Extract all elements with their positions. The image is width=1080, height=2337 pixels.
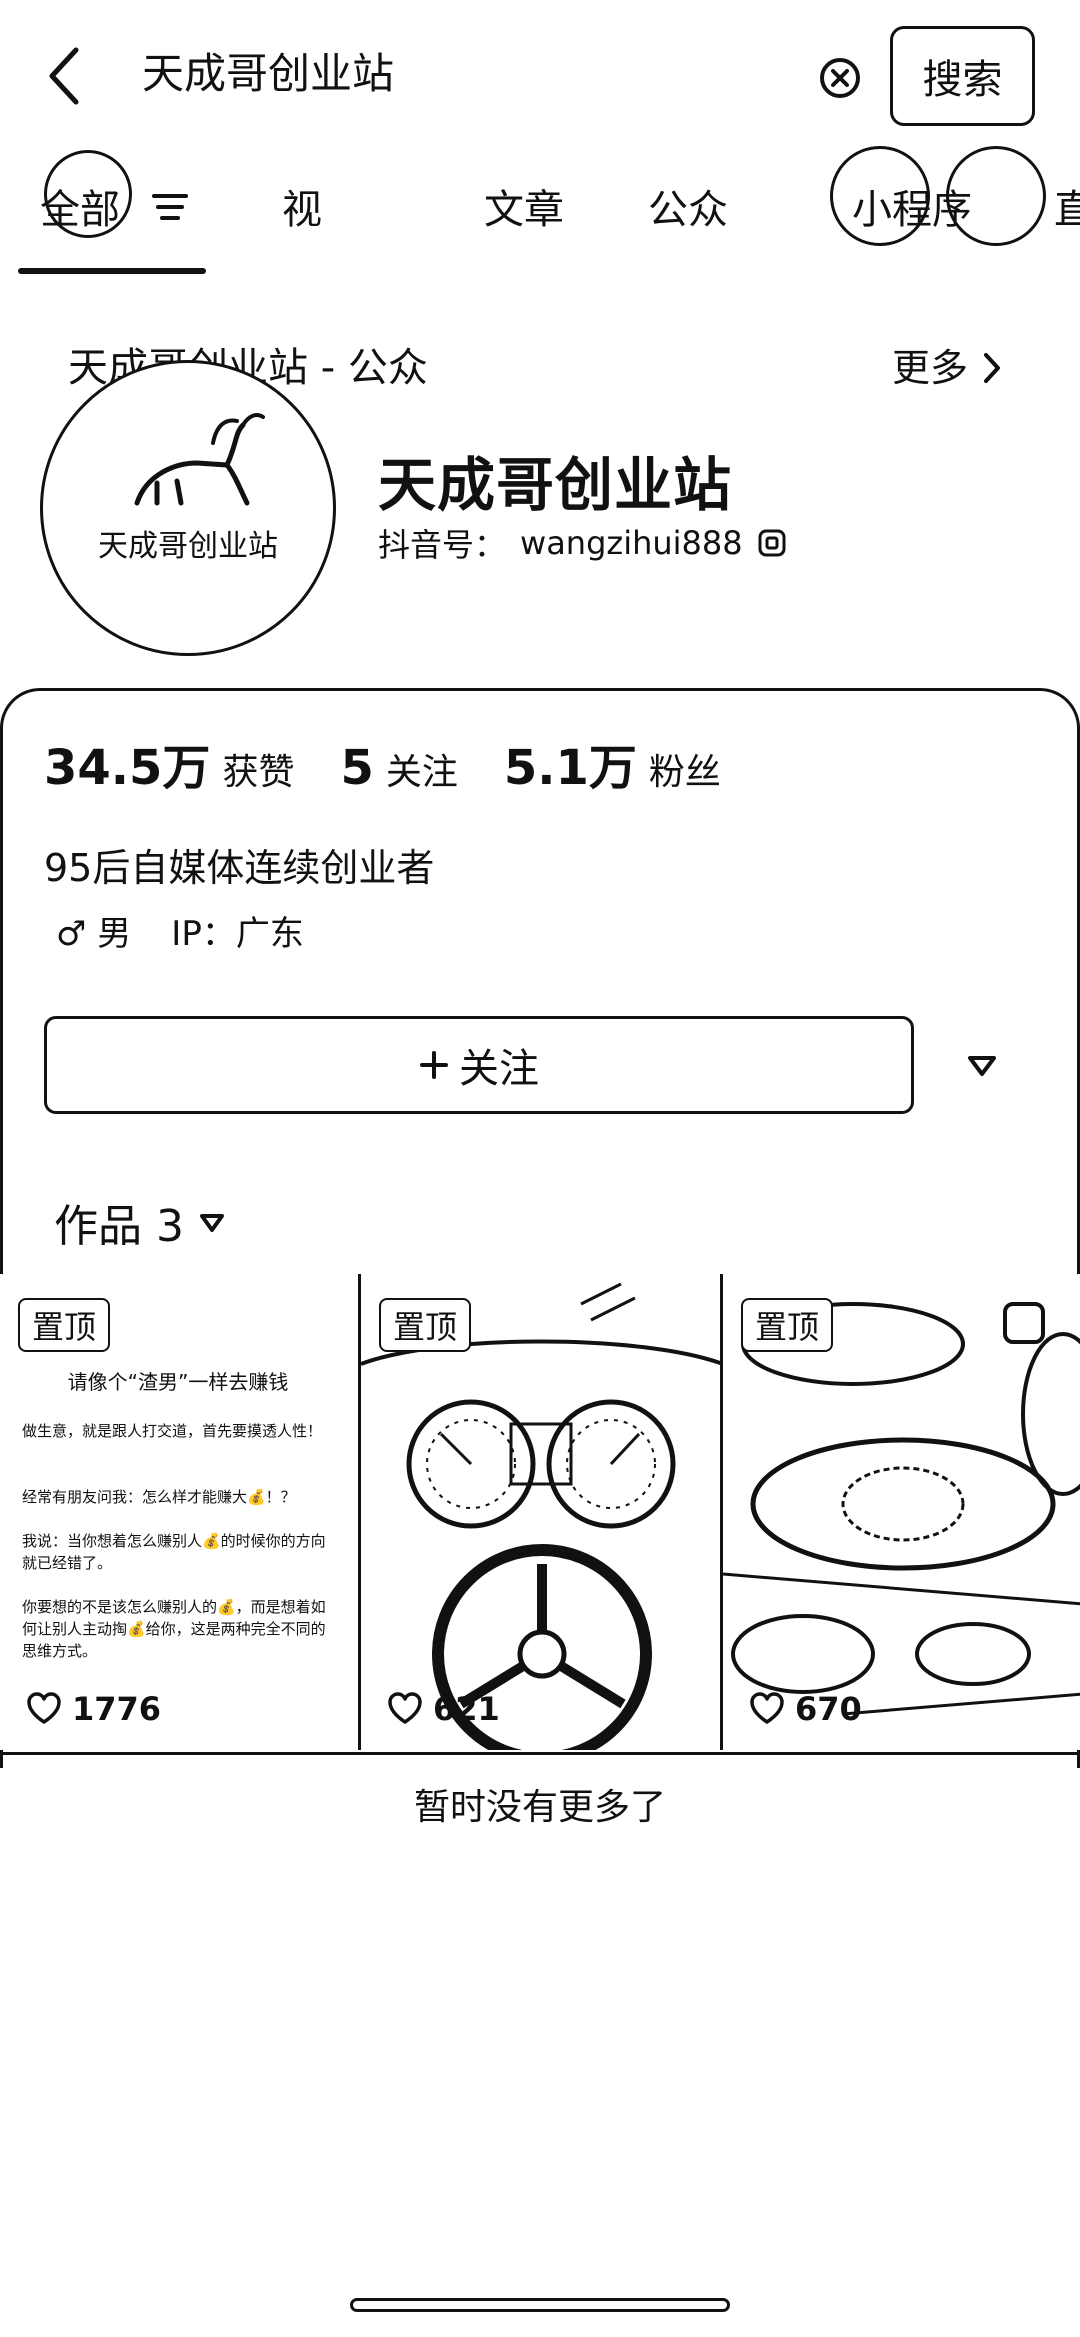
more-label: 更多: [892, 346, 969, 390]
handle-row: 抖音号： wangzihui888: [378, 520, 787, 566]
gender-tag: ♂ 男: [56, 914, 132, 954]
pinned-badge: 置顶: [379, 1298, 472, 1352]
followers-count[interactable]: 5.1万: [504, 728, 637, 798]
avatar[interactable]: 天成哥创业站: [40, 360, 336, 656]
work-likes: 670: [749, 1690, 862, 1728]
profile-name[interactable]: 天成哥创业站: [378, 438, 732, 522]
avatar-text: 天成哥创业站: [98, 529, 278, 564]
tab-official-account[interactable]: 公众: [648, 170, 728, 250]
copy-icon[interactable]: [757, 528, 787, 558]
search-bar: 天成哥创业站 搜索: [0, 0, 1080, 150]
profile-meta: ♂ 男 IP：广东: [56, 908, 304, 960]
pinned-badge: 置顶: [18, 1298, 111, 1352]
followers-label[interactable]: 粉丝: [649, 743, 721, 795]
tab-article[interactable]: 文章: [484, 170, 564, 250]
heart-icon: [27, 1692, 61, 1724]
active-tab-indicator: [18, 268, 206, 274]
search-query[interactable]: 天成哥创业站: [142, 44, 394, 104]
following-count[interactable]: 5: [340, 740, 373, 796]
plus-icon: [420, 1051, 448, 1079]
likes-value: 670: [795, 1690, 862, 1728]
work-tile[interactable]: 置顶 621: [358, 1274, 720, 1750]
work-paragraph: 你要想的不是该怎么赚别人的💰，而是想着如何让别人主动掏💰给你，这是两种完全不同的…: [22, 1598, 326, 1660]
bull-logo-icon: [134, 413, 265, 506]
end-of-list-note: 暂时没有更多了: [413, 1787, 666, 1828]
work-likes: 1776: [26, 1690, 161, 1728]
pinned-badge: 置顶: [741, 1298, 834, 1352]
likes-count: 34.5万: [44, 740, 211, 796]
likes-value: 1776: [72, 1690, 162, 1728]
home-indicator[interactable]: [350, 2298, 730, 2312]
dropdown-triangle-icon[interactable]: [964, 1050, 1000, 1080]
caret-down-icon: [199, 1214, 224, 1232]
back-arrow-icon[interactable]: [40, 40, 96, 112]
touch-indicator: [830, 146, 930, 246]
search-button-label: 搜索: [922, 57, 1003, 103]
divider: [0, 1752, 1080, 1755]
handle-value: wangzihui888: [520, 524, 743, 562]
works-title: 作品 3: [54, 1201, 184, 1252]
work-likes: 621: [387, 1690, 500, 1728]
ip-location: IP：广东: [171, 914, 304, 954]
touch-indicator: [44, 150, 132, 238]
handle-label: 抖音号：: [378, 526, 507, 564]
following-label[interactable]: 关注: [386, 743, 458, 795]
work-tile[interactable]: 置顶 请像个“渣男”一样去赚钱 做生意，就是跟人打交道，首先要摸透人性！ 经常有…: [0, 1274, 356, 1750]
chevron-right-icon: [984, 353, 1001, 383]
works-grid: 置顶 请像个“渣男”一样去赚钱 做生意，就是跟人打交道，首先要摸透人性！ 经常有…: [0, 1274, 1080, 1752]
work-paragraph: 做生意，就是跟人打交道，首先要摸透人性！: [22, 1422, 323, 1440]
work-tile[interactable]: 置顶 670: [720, 1274, 1080, 1750]
tab-live[interactable]: 直: [1054, 170, 1080, 250]
more-link[interactable]: 更多: [892, 338, 1002, 398]
multi-image-icon: [1003, 1302, 1045, 1344]
bio: 95后自媒体连续创业者: [44, 846, 435, 890]
stats-row: 34.5万 获赞 5 关注 5.1万 粉丝: [44, 728, 767, 798]
likes-label: 获赞: [222, 752, 295, 793]
tab-video[interactable]: 视: [282, 170, 322, 250]
menu-dots-icon[interactable]: [946, 146, 1046, 246]
heart-icon: [388, 1692, 422, 1724]
works-header[interactable]: 作品 3: [54, 1190, 226, 1254]
heart-icon: [750, 1692, 784, 1724]
likes-value: 621: [433, 1690, 500, 1728]
work-paragraph: 经常有朋友问我：怎么样才能赚大💰！？: [22, 1488, 296, 1506]
search-button[interactable]: 搜索: [890, 26, 1035, 126]
filter-icon[interactable]: [150, 190, 190, 224]
work-title: 请像个“渣男”一样去赚钱: [67, 1370, 289, 1394]
work-paragraph: 我说：当你想着怎么赚别人💰的时候你的方向就已经错了。: [22, 1532, 326, 1572]
follow-button[interactable]: 关注: [44, 1016, 914, 1114]
clear-icon[interactable]: [816, 54, 864, 102]
follow-label: 关注: [459, 1046, 539, 1092]
